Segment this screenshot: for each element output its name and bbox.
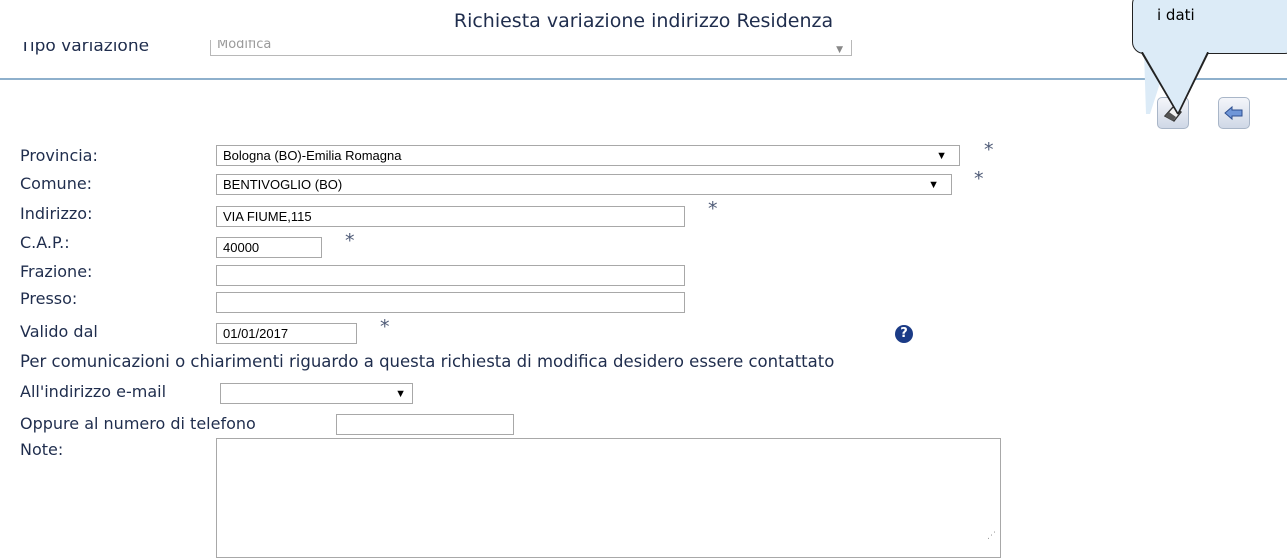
chevron-down-icon: ▼ bbox=[928, 179, 939, 191]
required-marker: * bbox=[974, 168, 984, 190]
note-textarea[interactable]: ⋰ bbox=[216, 438, 1001, 558]
cap-input[interactable]: 40000 bbox=[216, 237, 322, 258]
required-marker: * bbox=[984, 139, 994, 161]
note-label: Note: bbox=[20, 440, 64, 459]
callout-text: i dati bbox=[1157, 6, 1195, 24]
callout-pointer bbox=[1141, 52, 1209, 115]
required-marker: * bbox=[708, 198, 718, 220]
valido-dal-input[interactable]: 01/01/2017 bbox=[216, 323, 357, 344]
email-select[interactable]: ▼ bbox=[220, 383, 413, 404]
back-arrow-icon bbox=[1224, 105, 1243, 121]
email-label: All'indirizzo e-mail bbox=[20, 382, 167, 401]
provincia-value: Bologna (BO)-Emilia Romagna bbox=[223, 148, 402, 163]
chevron-down-icon: ▼ bbox=[395, 388, 406, 400]
presso-label: Presso: bbox=[20, 289, 78, 308]
comune-select[interactable]: BENTIVOGLIO (BO) ▼ bbox=[216, 174, 952, 195]
indirizzo-input[interactable]: VIA FIUME,115 bbox=[216, 206, 685, 227]
contact-instructions: Per comunicazioni o chiarimenti riguardo… bbox=[20, 352, 835, 371]
page-title: Richiesta variazione indirizzo Residenza bbox=[453, 10, 834, 32]
provincia-label: Provincia: bbox=[20, 146, 98, 165]
tipo-variazione-select[interactable]: Modifica ▼ bbox=[210, 37, 852, 56]
comune-value: BENTIVOGLIO (BO) bbox=[223, 177, 343, 192]
help-icon[interactable]: ? bbox=[895, 325, 913, 343]
tipo-variazione-label: Tipo variazione bbox=[20, 36, 150, 56]
header-divider bbox=[0, 78, 1287, 80]
presso-input[interactable] bbox=[216, 292, 685, 313]
tipo-variazione-value: Modifica bbox=[217, 37, 272, 52]
telefono-input[interactable] bbox=[336, 414, 514, 435]
required-marker: * bbox=[345, 230, 355, 252]
telefono-label: Oppure al numero di telefono bbox=[20, 414, 256, 433]
frazione-input[interactable] bbox=[216, 265, 685, 286]
comune-label: Comune: bbox=[20, 174, 93, 193]
back-button[interactable] bbox=[1218, 97, 1250, 129]
indirizzo-label: Indirizzo: bbox=[20, 204, 93, 223]
chevron-down-icon: ▼ bbox=[836, 45, 843, 55]
chevron-down-icon: ▼ bbox=[936, 150, 947, 162]
resize-grip-icon[interactable]: ⋰ bbox=[987, 531, 996, 541]
cap-label: C.A.P.: bbox=[20, 233, 70, 252]
required-marker: * bbox=[380, 316, 390, 338]
frazione-label: Frazione: bbox=[20, 262, 93, 281]
provincia-select[interactable]: Bologna (BO)-Emilia Romagna ▼ bbox=[216, 145, 960, 166]
valido-dal-label: Valido dal bbox=[20, 322, 98, 341]
